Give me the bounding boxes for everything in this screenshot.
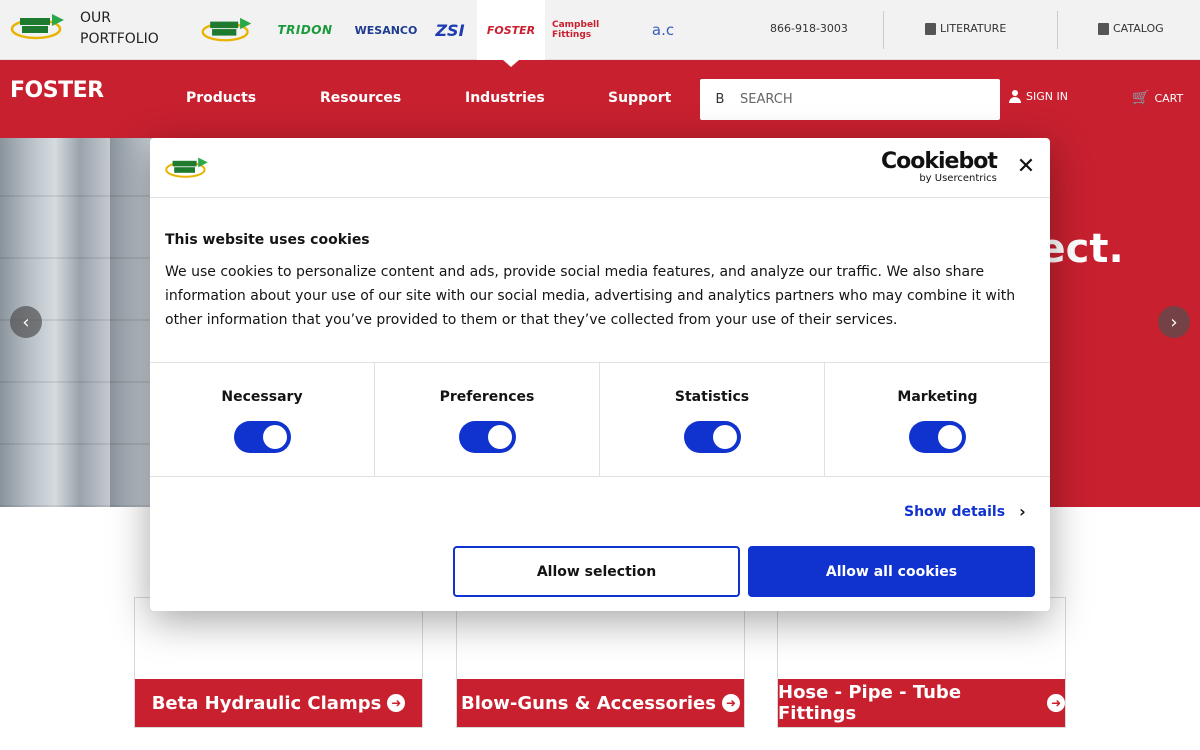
- card-title: Blow-Guns & Accessories: [461, 692, 716, 714]
- book-icon: [925, 22, 936, 35]
- cookie-consent-dialog: Cookiebot by Usercentrics ✕ This website…: [150, 138, 1050, 611]
- consent-categories: Necessary Preferences Statistics Marketi…: [150, 362, 1050, 477]
- sign-in-link[interactable]: SIGN IN: [1009, 90, 1068, 103]
- chevron-right-icon: ›: [1019, 502, 1026, 521]
- nav-resources[interactable]: Resources: [320, 90, 401, 106]
- consent-label: Marketing: [897, 389, 978, 405]
- dialog-title: This website uses cookies: [165, 232, 370, 248]
- phone-number[interactable]: 866-918-3003: [770, 22, 848, 35]
- dialog-header: Cookiebot by Usercentrics ✕: [150, 138, 1050, 198]
- product-card-label[interactable]: Beta Hydraulic Clamps ➜: [135, 679, 422, 727]
- brand-zsi[interactable]: ZSI: [430, 0, 470, 60]
- arrow-right-circle-icon: ➜: [721, 694, 740, 712]
- catalog-label: CATALOG: [1113, 22, 1164, 35]
- search-icon[interactable]: B: [700, 92, 740, 107]
- statistics-toggle[interactable]: [684, 421, 741, 453]
- arrow-right-circle-icon: ➜: [387, 694, 406, 712]
- carousel-prev-button[interactable]: ‹: [10, 306, 42, 338]
- nav-support[interactable]: Support: [608, 90, 671, 106]
- consent-necessary: Necessary: [150, 363, 375, 476]
- cookiebot-name: Cookiebot: [881, 149, 998, 174]
- cart-icon: 🛒: [1132, 90, 1150, 106]
- portfolio-bar: OUR PORTFOLIO TRIDON WESANCO ZSI FOSTER …: [0, 0, 1200, 67]
- nav-industries[interactable]: Industries: [465, 90, 545, 106]
- main-header: FOSTER Products Resources Industries Sup…: [0, 60, 1200, 138]
- brand-tridon[interactable]: TRIDON: [268, 0, 342, 60]
- product-card-label[interactable]: Blow-Guns & Accessories ➜: [457, 679, 744, 727]
- search-box: B: [700, 79, 1000, 120]
- user-icon: [1009, 90, 1021, 103]
- chevron-left-icon: ‹: [22, 311, 30, 333]
- marketing-toggle[interactable]: [909, 421, 966, 453]
- divider: [1057, 11, 1058, 49]
- cart-label: CART: [1154, 91, 1184, 105]
- our-portfolio-label[interactable]: OUR PORTFOLIO: [80, 8, 170, 50]
- brand-campbell-fittings[interactable]: Campbell Fittings: [552, 0, 622, 60]
- brand-foster-active[interactable]: FOSTER: [477, 0, 545, 60]
- literature-link[interactable]: LITERATURE: [925, 22, 1006, 35]
- ideal-tridon-group-logo: [165, 157, 208, 178]
- necessary-toggle[interactable]: [234, 421, 291, 453]
- allow-all-cookies-button[interactable]: Allow all cookies: [748, 546, 1035, 597]
- brand-wesanco[interactable]: WESANCO: [350, 0, 422, 60]
- dialog-body-text: We use cookies to personalize content an…: [165, 264, 1016, 328]
- close-icon[interactable]: ✕: [1016, 156, 1036, 178]
- ideal-tridon-logo: [201, 17, 252, 42]
- catalog-box-icon: [1098, 22, 1109, 35]
- product-card-blow-guns[interactable]: Blow-Guns & Accessories ➜: [456, 597, 745, 728]
- ideal-tridon-group-logo[interactable]: [10, 12, 66, 42]
- cookiebot-logo: Cookiebot by Usercentrics: [881, 149, 998, 184]
- consent-label: Statistics: [674, 389, 750, 405]
- nav-products[interactable]: Products: [186, 90, 256, 106]
- show-details-label: Show details: [904, 503, 1006, 520]
- brand-ideal-tridon[interactable]: [196, 0, 258, 60]
- show-details-link[interactable]: Show details ›: [904, 502, 1026, 521]
- consent-statistics: Statistics: [600, 363, 825, 476]
- carousel-next-button[interactable]: ›: [1158, 306, 1190, 338]
- consent-preferences: Preferences: [375, 363, 600, 476]
- literature-label: LITERATURE: [940, 22, 1007, 35]
- catalog-link[interactable]: CATALOG: [1098, 22, 1164, 35]
- search-input[interactable]: [740, 92, 990, 107]
- card-title: Beta Hydraulic Clamps: [151, 692, 382, 714]
- product-card-beta-hydraulic-clamps[interactable]: Beta Hydraulic Clamps ➜: [134, 597, 423, 728]
- cart-link[interactable]: 🛒 CART: [1132, 90, 1183, 106]
- foster-logo[interactable]: FOSTER: [10, 78, 104, 103]
- product-card-hose-pipe-tube-fittings[interactable]: Hose - Pipe - Tube Fittings ➜: [777, 597, 1066, 728]
- card-title: Hose - Pipe - Tube Fittings: [778, 682, 962, 724]
- allow-selection-button[interactable]: Allow selection: [453, 546, 740, 597]
- consent-label: Necessary: [221, 389, 303, 405]
- active-brand-pointer: [503, 60, 519, 67]
- page: OUR PORTFOLIO TRIDON WESANCO ZSI FOSTER …: [0, 0, 1200, 750]
- consent-label: Preferences: [439, 389, 535, 405]
- sign-in-label: SIGN IN: [1026, 90, 1068, 103]
- consent-marketing: Marketing: [825, 363, 1050, 476]
- product-card-label[interactable]: Hose - Pipe - Tube Fittings ➜: [778, 679, 1065, 727]
- divider: [883, 11, 884, 49]
- brand-acl[interactable]: a.c: [632, 0, 694, 60]
- preferences-toggle[interactable]: [459, 421, 516, 453]
- arrow-right-circle-icon: ➜: [1047, 694, 1065, 712]
- chevron-right-icon: ›: [1170, 311, 1178, 333]
- cookiebot-by: by Usercentrics: [919, 173, 997, 184]
